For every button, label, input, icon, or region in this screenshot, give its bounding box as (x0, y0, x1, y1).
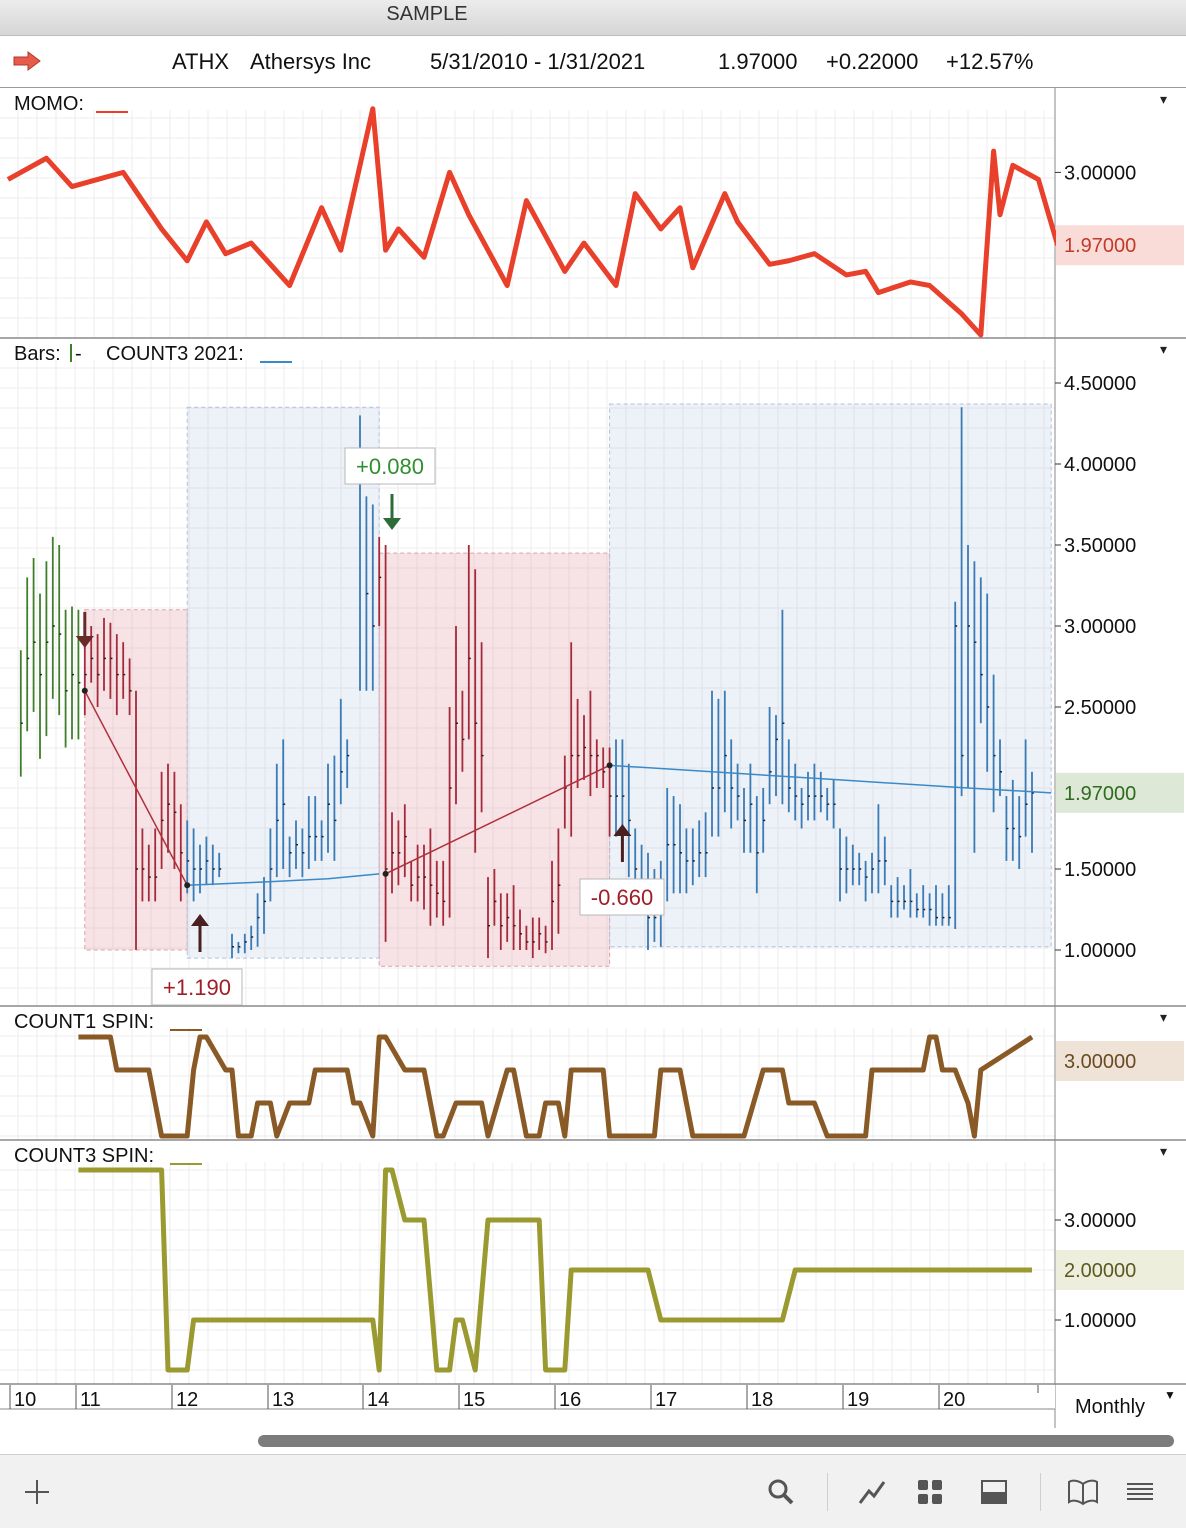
toolbar-separator (827, 1473, 828, 1511)
panel-icon[interactable] (977, 1475, 1011, 1509)
grid-icon[interactable] (913, 1475, 947, 1509)
count-segment-box (186, 406, 380, 959)
bottom-toolbar (0, 1454, 1186, 1528)
quote-change: +0.22000 (826, 49, 919, 74)
book-icon[interactable] (1066, 1475, 1100, 1509)
x-axis-label: 15 (463, 1389, 485, 1411)
trend-point (606, 762, 613, 769)
chart-area[interactable]: ▾ ▾ ▾ ▾ MOMO: 3.00000 1.97000 Bars: - COUNT3 2021… (0, 88, 1186, 1428)
period-selector[interactable]: Monthly ▼ (1058, 1386, 1186, 1426)
add-icon[interactable] (20, 1475, 54, 1509)
quote-bar: ATHX Athersys Inc 5/31/2010 - 1/31/2021 … (0, 36, 1186, 88)
toolbar-separator (1040, 1473, 1041, 1511)
momo-last-value: 1.97000 (1064, 235, 1136, 257)
count1-last-value: 3.00000 (1064, 1051, 1136, 1073)
quote-symbol: ATHX (172, 49, 230, 74)
bars-legend-dash: - (75, 343, 82, 365)
x-axis-band (0, 1385, 1055, 1409)
count-segment-box (609, 403, 1052, 948)
axis-tick-label: 1.50000 (1064, 859, 1136, 881)
bars-label: Bars: (14, 343, 61, 365)
quote-pct: +12.57% (946, 49, 1034, 74)
count1-line (78, 1034, 1034, 1139)
quote-range: 5/31/2010 - 1/31/2021 (430, 49, 646, 74)
period-label: Monthly (1075, 1396, 1146, 1418)
search-icon[interactable] (764, 1475, 798, 1509)
x-axis-label: 17 (655, 1389, 677, 1411)
axis-tick-label: 3.00000 (1064, 1210, 1136, 1232)
x-axis-label: 18 (751, 1389, 773, 1411)
line-chart-icon[interactable] (855, 1475, 889, 1509)
pane-menu-icon: ▾ (1160, 1143, 1167, 1159)
trend-point (184, 882, 191, 889)
trend-point (382, 870, 389, 877)
axis-tick-label: 3.00000 (1064, 616, 1136, 638)
count3-2021-label: COUNT3 2021: (106, 343, 244, 365)
annotation-label: +0.080 (356, 454, 424, 479)
pane-menu-icon: ▾ (1160, 91, 1167, 107)
count3-label: COUNT3 SPIN: (14, 1145, 154, 1167)
quote-price: 1.97000 (718, 49, 798, 74)
x-axis-label: 14 (367, 1389, 389, 1411)
quote-name: Athersys Inc (250, 49, 372, 74)
x-axis-label: 20 (943, 1389, 965, 1411)
x-axis-label: 11 (80, 1389, 101, 1411)
axis-tick-label: 4.50000 (1064, 373, 1136, 395)
window-titlebar: SAMPLE (0, 0, 1186, 36)
right-arrow-icon[interactable] (12, 50, 42, 72)
axis-tick-label: 1.00000 (1064, 940, 1136, 962)
count1-label: COUNT1 SPIN: (14, 1011, 154, 1033)
window-title: SAMPLE (386, 3, 468, 25)
axis-tick-label: 1.00000 (1064, 1310, 1136, 1332)
annotation-label: -0.660 (591, 885, 653, 910)
axis-tick-label: 3.50000 (1064, 535, 1136, 557)
scrollbar-thumb[interactable] (258, 1435, 1174, 1447)
bars-last-value: 1.97000 (1064, 783, 1136, 805)
pane-menu-icon: ▾ (1160, 341, 1167, 357)
chevron-down-icon[interactable]: ▼ (1164, 1388, 1176, 1402)
x-axis-label: 16 (559, 1389, 581, 1411)
axis-tick-label: 3.00000 (1064, 162, 1136, 184)
momo-label: MOMO: (14, 93, 84, 115)
annotation-label: +1.190 (163, 975, 231, 1000)
x-axis-label: 10 (14, 1389, 36, 1411)
x-axis-label: 13 (272, 1389, 294, 1411)
axis-tick-label: 4.00000 (1064, 454, 1136, 476)
x-axis-label: 19 (847, 1389, 869, 1411)
pane-menu-icon: ▾ (1160, 1009, 1167, 1025)
trend-point (81, 687, 88, 694)
menu-icon[interactable] (1123, 1475, 1157, 1509)
count3-last-value: 2.00000 (1064, 1260, 1136, 1282)
axis-tick-label: 2.50000 (1064, 697, 1136, 719)
momo-line (6, 106, 1060, 338)
x-axis-label: 12 (176, 1389, 198, 1411)
